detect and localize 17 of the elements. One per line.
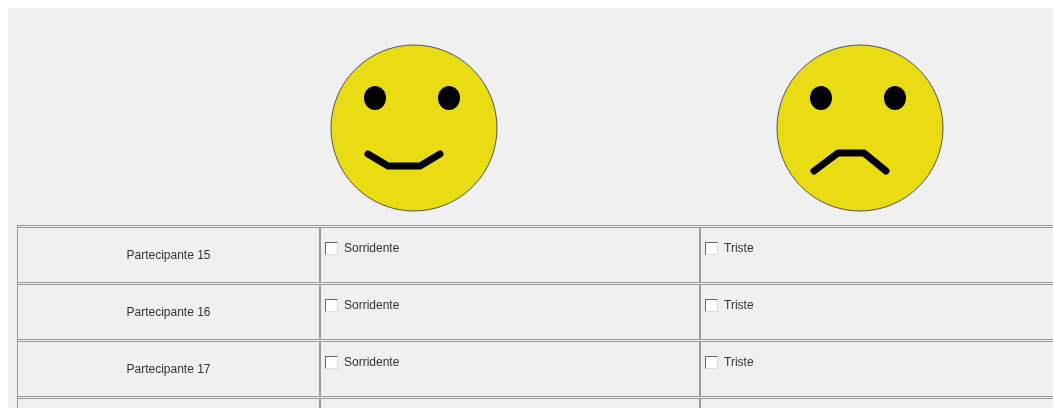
checkbox-label[interactable]: Sorridente (344, 355, 400, 369)
checkbox[interactable] (705, 355, 718, 369)
sad-face-icon (776, 43, 944, 213)
checkbox[interactable] (705, 298, 718, 312)
smiling-face-icon (330, 43, 498, 213)
checkbox-label[interactable]: Triste (724, 241, 754, 255)
checkbox[interactable] (325, 241, 338, 255)
checkbox-label[interactable]: Sorridente (344, 298, 400, 312)
participant-label: Partecipante 16 (126, 305, 211, 319)
checkbox[interactable] (325, 298, 338, 312)
checkbox[interactable] (705, 241, 718, 255)
checkbox-label[interactable]: Sorridente (344, 241, 400, 255)
participant-label: Partecipante 15 (126, 248, 211, 262)
checkbox-label[interactable]: Triste (724, 298, 754, 312)
participant-label: Partecipante 17 (126, 362, 211, 376)
checkbox[interactable] (325, 355, 338, 369)
checkbox-label[interactable]: Triste (724, 355, 754, 369)
